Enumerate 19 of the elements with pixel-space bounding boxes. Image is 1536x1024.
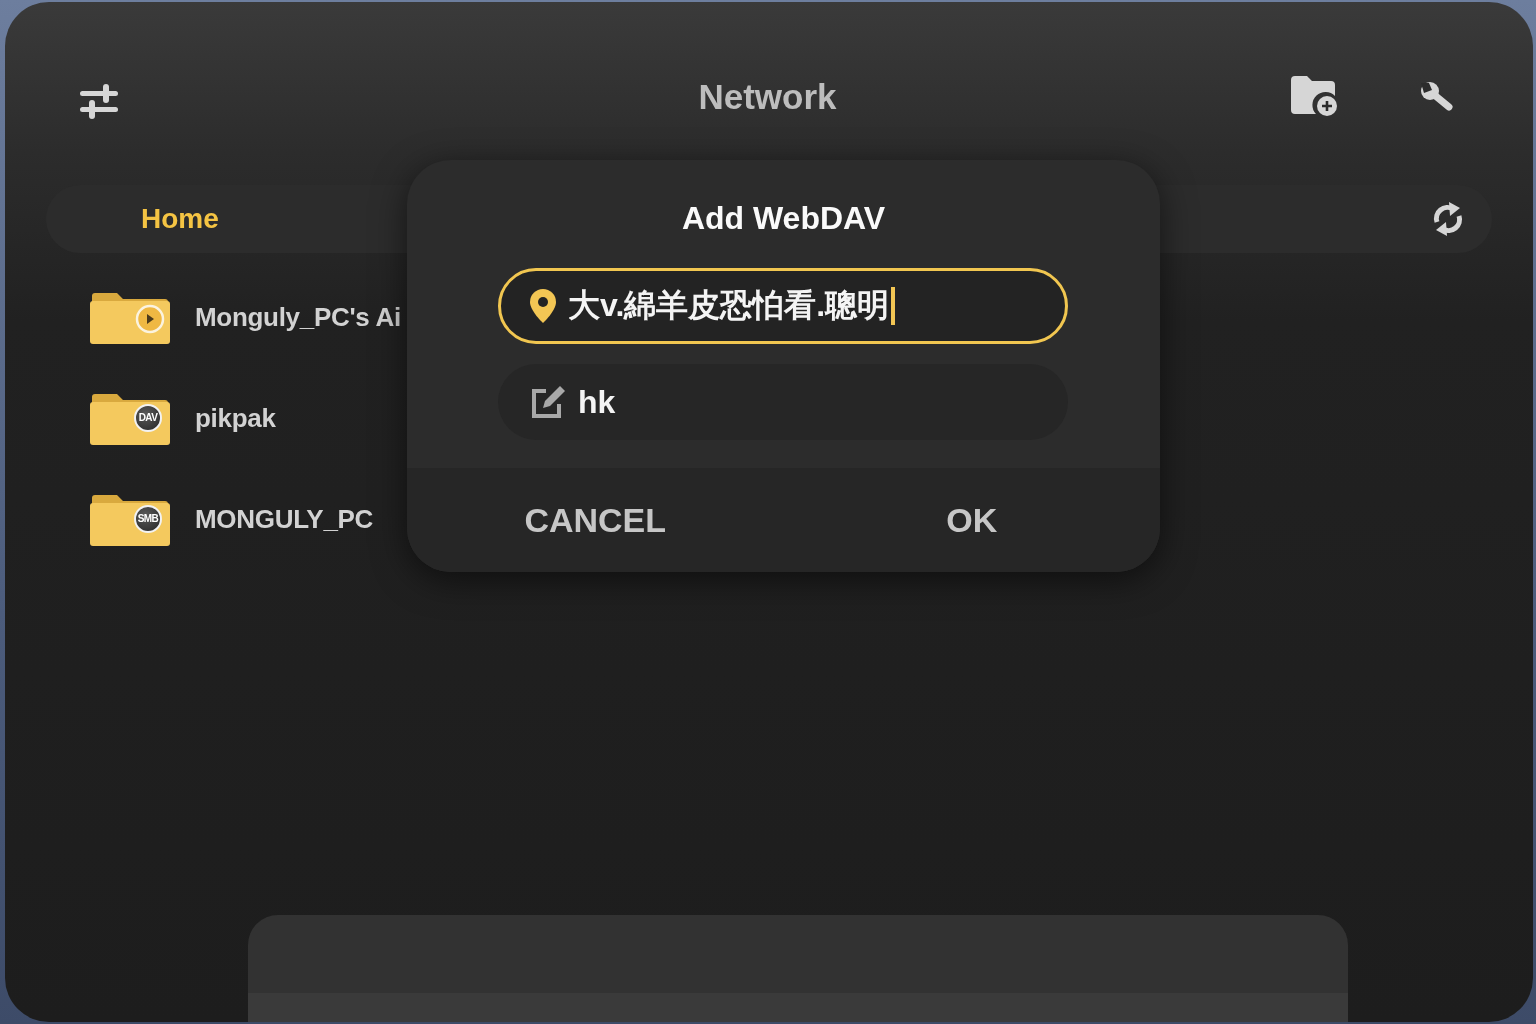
refresh-icon[interactable] (1431, 200, 1465, 238)
address-field[interactable]: 大v.綿羊皮恐怕看.聰明 (498, 268, 1068, 344)
dialog-button[interactable]: OK (930, 492, 1014, 548)
screen-title: Network (698, 77, 837, 117)
location-pin-icon (530, 289, 556, 323)
play-circle-icon (135, 303, 165, 334)
breadcrumb-item[interactable]: Home (141, 203, 219, 235)
connection-name[interactable]: pikpak (195, 403, 276, 434)
wrench-icon[interactable] (1419, 81, 1455, 113)
sliders-icon[interactable] (80, 83, 118, 119)
folder-plus-icon[interactable] (1291, 76, 1339, 118)
dialog-title: Add WebDAV (681, 199, 886, 238)
connection-name[interactable]: Monguly_PC's Ai (195, 302, 401, 333)
connection-name[interactable]: MONGULY_PC (195, 504, 374, 535)
name-field[interactable]: hk (498, 364, 1068, 440)
folder-icon (90, 493, 170, 546)
edit-icon (530, 385, 566, 419)
dialog-button[interactable]: CANCEL (508, 492, 683, 548)
text-caret (891, 287, 896, 325)
